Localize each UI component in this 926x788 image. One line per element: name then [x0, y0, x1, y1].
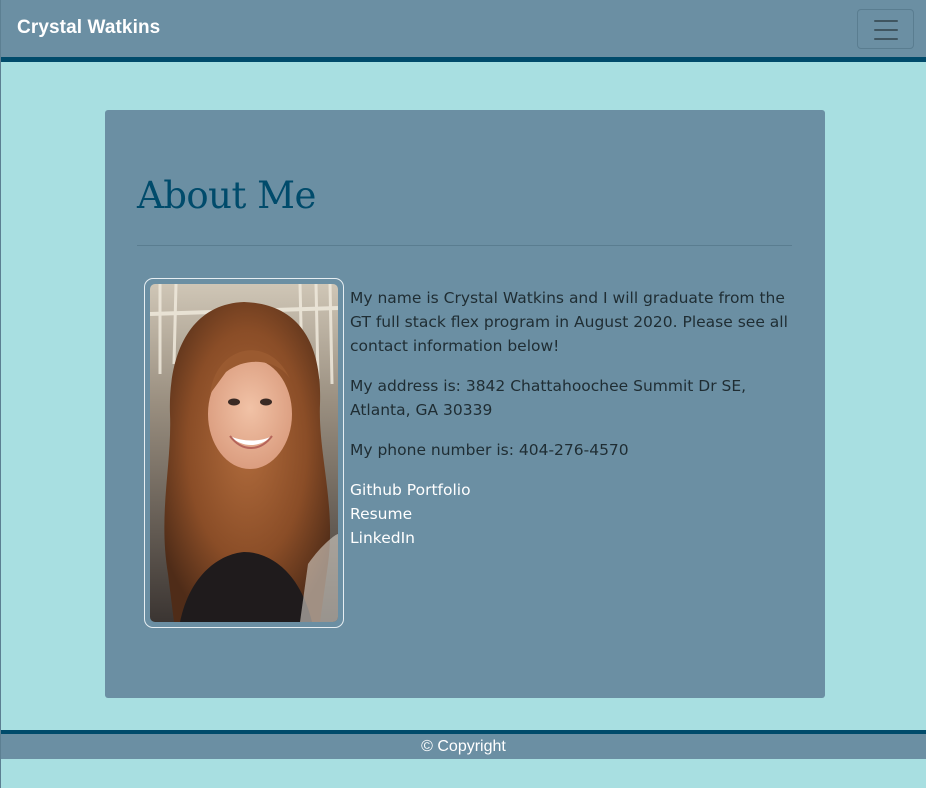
navbar: Crystal Watkins	[1, 0, 926, 62]
address-paragraph: My address is: 3842 Chattahoochee Summit…	[350, 377, 747, 419]
linkedin-link[interactable]: LinkedIn	[350, 526, 800, 550]
github-portfolio-link[interactable]: Github Portfolio	[350, 478, 800, 502]
resume-link[interactable]: Resume	[350, 502, 800, 526]
profile-photo-frame	[144, 278, 344, 628]
about-text: My name is Crystal Watkins and I will gr…	[350, 286, 800, 550]
about-card: About Me My name is Crystal Watkins and …	[105, 110, 825, 698]
heading-divider	[137, 245, 792, 246]
copyright-text: © Copyright	[421, 738, 506, 755]
hamburger-menu-icon	[874, 20, 898, 40]
footer: © Copyright	[1, 730, 926, 759]
brand-link[interactable]: Crystal Watkins	[17, 17, 160, 39]
intro-paragraph: My name is Crystal Watkins and I will gr…	[350, 289, 788, 355]
page-title: About Me	[137, 174, 316, 217]
menu-toggle-button[interactable]	[857, 9, 914, 49]
link-list: Github Portfolio Resume LinkedIn	[350, 478, 800, 550]
profile-photo	[150, 284, 338, 622]
phone-paragraph: My phone number is: 404-276-4570	[350, 441, 629, 459]
